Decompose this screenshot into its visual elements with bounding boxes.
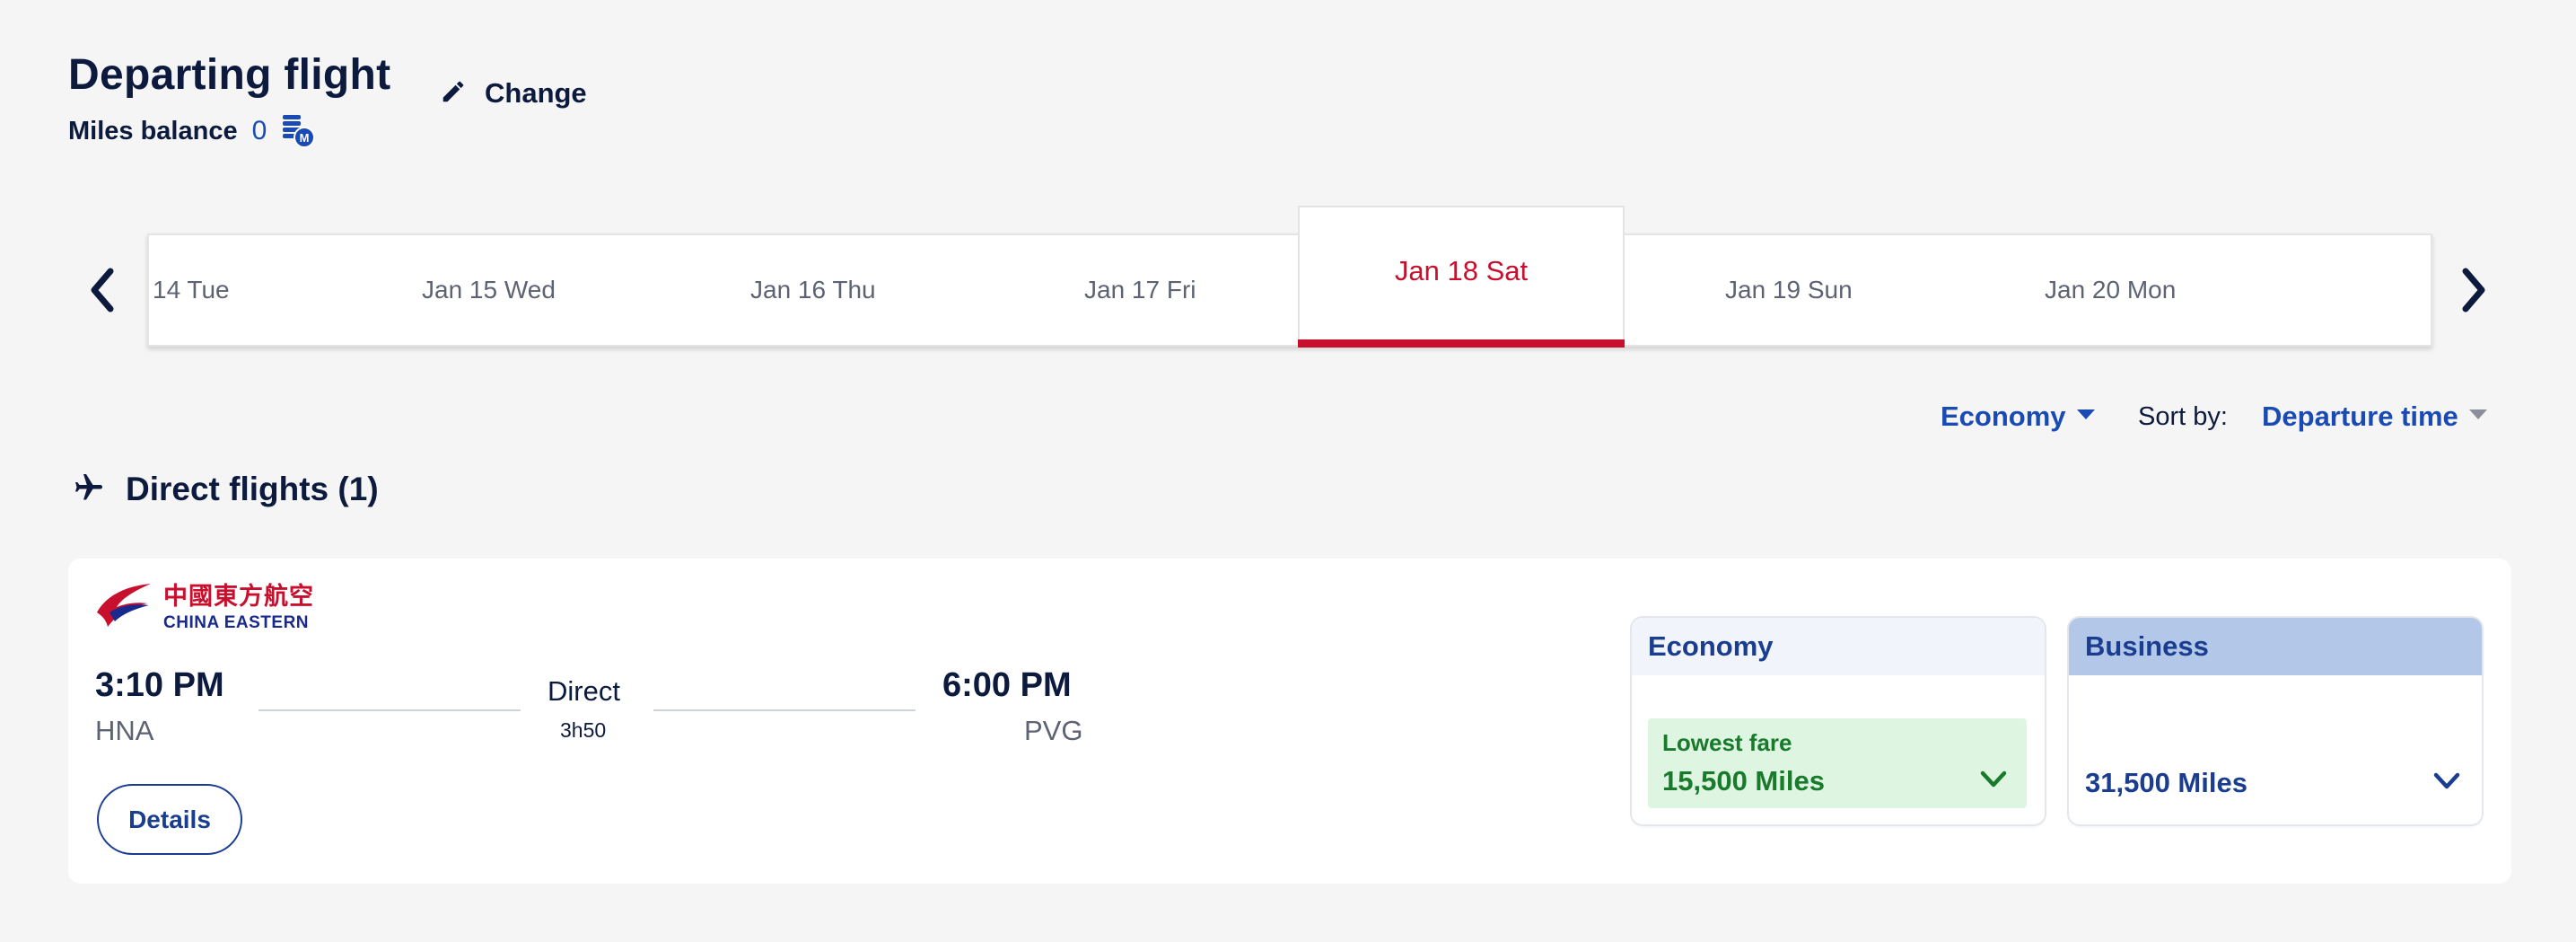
date-tab[interactable]: Jan 16 Thu xyxy=(750,235,876,345)
economy-fare-option[interactable]: Economy Lowest fare 15,500 Miles xyxy=(1632,618,2045,824)
previous-dates-button[interactable] xyxy=(83,265,122,319)
next-dates-button[interactable] xyxy=(2454,265,2493,319)
section-header: Direct flights (1) xyxy=(70,471,379,508)
airline-logo: 中國東方航空 CHINA EASTERN xyxy=(95,582,314,633)
economy-fare-header: Economy xyxy=(1632,618,2045,675)
china-eastern-swallow-icon xyxy=(95,582,153,633)
miles-balance-label: Miles balance xyxy=(68,116,238,145)
airline-name-english: CHINA EASTERN xyxy=(163,612,310,632)
airplane-icon xyxy=(70,471,108,508)
cabin-class-value: Economy xyxy=(1941,401,2066,432)
page-title: Departing flight xyxy=(68,51,391,99)
details-button[interactable]: Details xyxy=(97,784,242,855)
caret-down-icon xyxy=(2076,409,2095,425)
flight-duration: 3h50 xyxy=(560,718,607,742)
business-fare-miles: 31,500 Miles xyxy=(2085,767,2247,798)
arrival-time: 6:00 PM xyxy=(942,666,1072,704)
date-tab[interactable]: Jan 15 Wed xyxy=(422,235,556,345)
date-tab[interactable]: 14 Tue xyxy=(153,235,230,345)
chevron-right-icon xyxy=(2460,268,2487,317)
date-tab[interactable]: Jan 20 Mon xyxy=(2045,235,2176,345)
route-line xyxy=(258,709,521,711)
chevron-left-icon xyxy=(89,268,116,317)
miles-balance: Miles balance 0 M xyxy=(68,113,317,149)
section-title: Direct flights (1) xyxy=(126,471,379,507)
date-tab[interactable]: Jan 19 Sun xyxy=(1725,235,1853,345)
miles-balance-value: 0 xyxy=(251,116,267,145)
business-fare-header: Business xyxy=(2069,618,2482,675)
svg-text:M: M xyxy=(300,131,310,145)
change-button[interactable]: Change xyxy=(440,77,587,110)
route-line xyxy=(653,709,916,711)
departure-time: 3:10 PM xyxy=(95,666,224,704)
date-tab[interactable]: Jan 17 Fri xyxy=(1084,235,1196,345)
chevron-down-icon xyxy=(2433,772,2460,795)
business-fare-option[interactable]: Business 31,500 Miles xyxy=(2069,618,2482,824)
sort-dropdown[interactable]: Departure time xyxy=(2262,401,2487,433)
sort-label: Sort by: xyxy=(2138,402,2228,431)
caret-down-icon xyxy=(2468,409,2487,425)
economy-fare-miles: 15,500 Miles xyxy=(1662,765,1825,797)
stops-label: Direct xyxy=(548,675,620,707)
departure-airport: HNA xyxy=(95,715,154,746)
arrival-airport: PVG xyxy=(1024,715,1083,746)
sort-value: Departure time xyxy=(2262,401,2458,432)
cabin-class-dropdown[interactable]: Economy xyxy=(1941,401,2095,433)
selected-date-label: Jan 18 Sat xyxy=(1394,255,1529,286)
date-tab-selected[interactable]: Jan 18 Sat xyxy=(1298,206,1625,348)
airline-name-chinese: 中國東方航空 xyxy=(163,582,314,610)
lowest-fare-panel: Lowest fare 15,500 Miles xyxy=(1648,718,2027,808)
selected-date-indicator xyxy=(1298,339,1625,348)
lowest-fare-badge: Lowest fare xyxy=(1662,729,1792,756)
chevron-down-icon xyxy=(1980,770,2007,793)
miles-coin-icon: M xyxy=(281,113,317,149)
date-carousel: 14 Tue Jan 15 Wed Jan 16 Thu Jan 17 Fri … xyxy=(147,233,2432,347)
change-label: Change xyxy=(485,77,587,109)
pencil-icon xyxy=(440,78,467,110)
